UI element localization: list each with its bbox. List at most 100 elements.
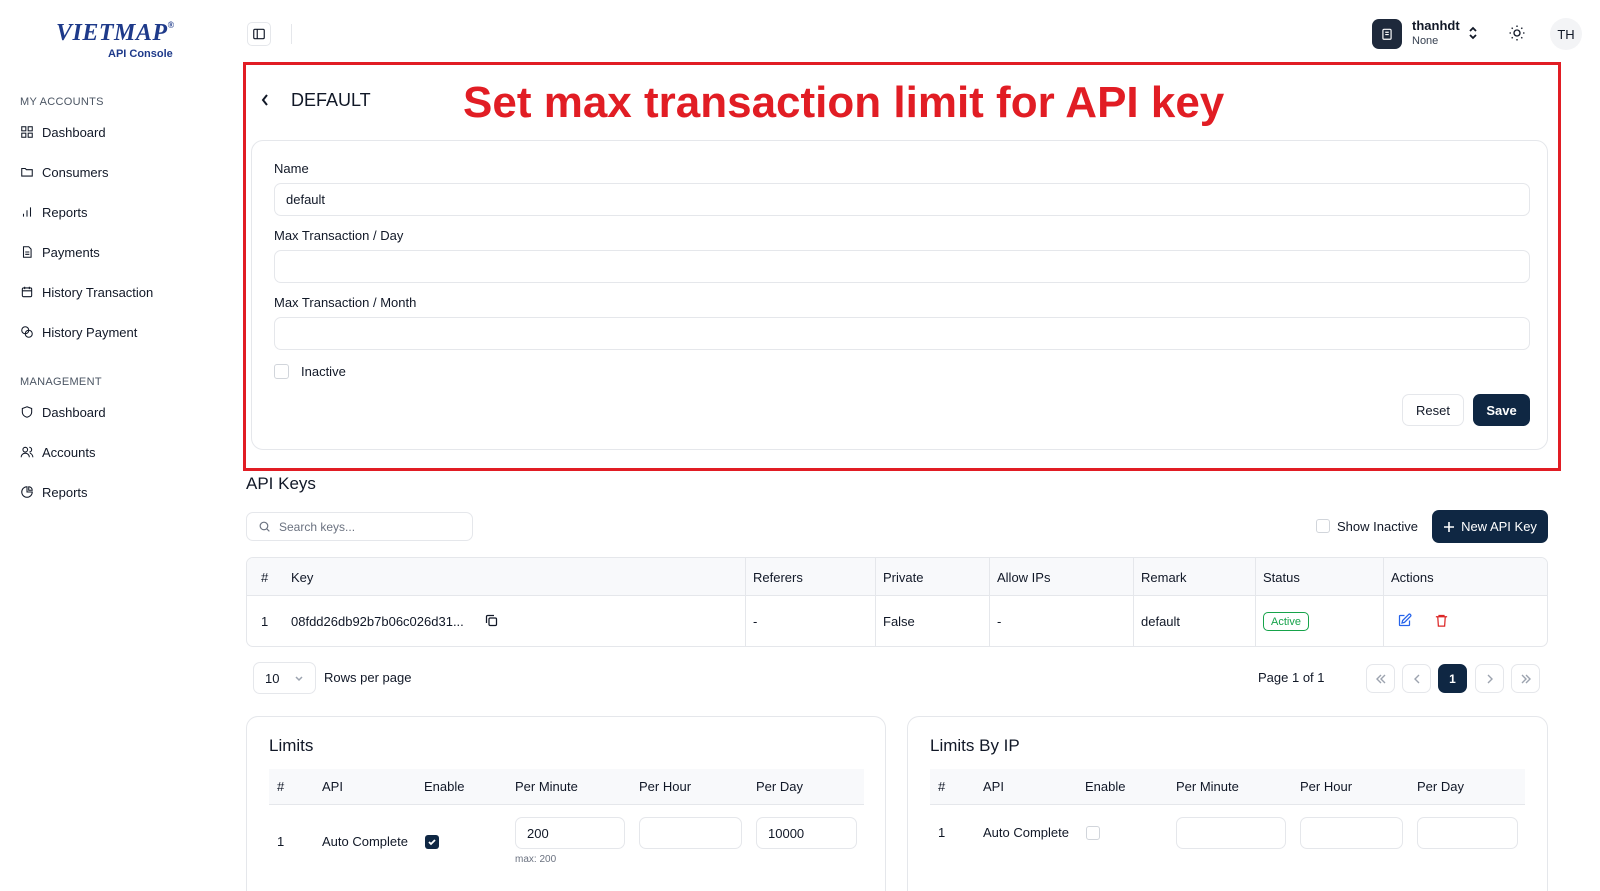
sidebar-item-accounts[interactable]: Accounts xyxy=(20,442,95,462)
limits-by-ip-title: Limits By IP xyxy=(930,736,1020,755)
limits-card: Limits # API Enable Per Minute Per Hour … xyxy=(246,716,886,891)
user-name[interactable]: thanhdt xyxy=(1412,18,1460,33)
max-transaction-month-input[interactable] xyxy=(274,317,1530,350)
search-icon xyxy=(259,521,270,532)
chevron-right-icon xyxy=(1487,674,1493,683)
sidebar-item-label: Reports xyxy=(42,484,88,500)
per-day-input[interactable] xyxy=(1417,817,1518,849)
max-hint: max: 200 xyxy=(515,854,557,865)
users-icon xyxy=(20,446,34,458)
col-actions: Actions xyxy=(1391,570,1434,585)
enable-checkbox[interactable] xyxy=(1086,826,1100,840)
chevron-down-icon xyxy=(295,676,303,682)
edit-icon[interactable] xyxy=(1397,613,1412,631)
column-divider xyxy=(1383,558,1384,646)
sidebar-panel-icon xyxy=(253,28,265,40)
sidebar-item-label: Reports xyxy=(42,204,88,220)
folder-icon xyxy=(21,167,33,177)
col-per-hour: Per Hour xyxy=(1300,779,1353,794)
chevron-up-down-icon[interactable] xyxy=(1467,25,1479,44)
bar-chart-icon xyxy=(22,207,32,217)
prev-page-button[interactable] xyxy=(1402,664,1431,693)
col-private: Private xyxy=(883,570,924,585)
page-info: Page 1 of 1 xyxy=(1258,670,1325,685)
col-allow-ips: Allow IPs xyxy=(997,570,1051,585)
rows-per-page-value: 10 xyxy=(265,670,280,686)
inactive-checkbox[interactable] xyxy=(274,364,289,379)
show-inactive-checkbox[interactable] xyxy=(1316,519,1330,533)
max-transaction-day-input[interactable] xyxy=(274,250,1530,283)
per-hour-input[interactable] xyxy=(639,817,742,849)
brand-reg: ® xyxy=(167,20,175,30)
name-input[interactable] xyxy=(274,183,1530,216)
col-per-day: Per Day xyxy=(1417,779,1464,794)
next-page-button[interactable] xyxy=(1475,664,1504,693)
shield-icon xyxy=(21,406,33,418)
search-input[interactable] xyxy=(279,519,459,534)
sidebar-item-reports[interactable]: Reports xyxy=(20,202,88,222)
sidebar-toggle-button[interactable] xyxy=(247,22,271,46)
name-label: Name xyxy=(274,161,309,176)
last-page-button[interactable] xyxy=(1511,664,1540,693)
sidebar-item-label: Consumers xyxy=(42,164,109,180)
max-month-label: Max Transaction / Month xyxy=(274,295,417,310)
row-num: 1 xyxy=(261,614,269,629)
sidebar-item-payments[interactable]: Payments xyxy=(20,242,100,262)
vietmap-logo[interactable]: VIETMAP® API Console xyxy=(56,20,175,60)
page-title: DEFAULT xyxy=(291,90,371,110)
sidebar-item-dashboard[interactable]: Dashboard xyxy=(20,122,106,142)
col-per-day: Per Day xyxy=(756,779,803,794)
column-divider xyxy=(1133,558,1134,646)
enable-checkbox[interactable] xyxy=(425,835,439,849)
column-divider xyxy=(875,558,876,646)
sidebar-item-label: Accounts xyxy=(42,444,96,460)
coins-icon xyxy=(21,326,33,338)
sidebar-item-management-reports[interactable]: Reports xyxy=(20,482,88,502)
page-button-1[interactable]: 1 xyxy=(1438,664,1467,693)
max-day-label: Max Transaction / Day xyxy=(274,228,404,243)
table-header: # Key Referers Private Allow IPs Remark … xyxy=(247,558,1547,596)
per-minute-input[interactable] xyxy=(515,817,625,849)
per-minute-input[interactable] xyxy=(1176,817,1286,849)
brand-name: VIETMAP xyxy=(56,20,168,46)
sidebar-item-history-payment[interactable]: History Payment xyxy=(20,322,137,342)
col-per-hour: Per Hour xyxy=(639,779,692,794)
col-num: # xyxy=(938,779,946,794)
col-api: API xyxy=(983,779,1004,794)
col-per-minute: Per Minute xyxy=(515,779,578,794)
row-api: Auto Complete xyxy=(322,834,408,849)
first-page-button[interactable] xyxy=(1366,664,1395,693)
plus-icon xyxy=(1444,521,1455,532)
main-content: thanhdt None TH DEFAULT Set max transact… xyxy=(235,0,1600,891)
sidebar-item-consumers[interactable]: Consumers xyxy=(20,162,108,182)
save-button[interactable]: Save xyxy=(1473,394,1530,426)
status-badge: Active xyxy=(1263,612,1309,631)
trash-icon[interactable] xyxy=(1434,613,1449,631)
search-box[interactable] xyxy=(246,512,473,541)
pie-chart-icon xyxy=(21,486,33,498)
sidebar-item-history-transaction[interactable]: History Transaction xyxy=(20,282,153,302)
per-day-input[interactable] xyxy=(756,817,857,849)
per-hour-input[interactable] xyxy=(1300,817,1403,849)
workspace-avatar[interactable] xyxy=(1372,19,1402,49)
row-allow-ips: - xyxy=(997,614,1002,629)
sidebar-item-label: History Transaction xyxy=(42,284,154,300)
sun-icon[interactable] xyxy=(1508,24,1526,45)
sidebar-item-management-dashboard[interactable]: Dashboard xyxy=(20,402,106,422)
new-api-key-label: New API Key xyxy=(1461,519,1537,534)
col-key: Key xyxy=(291,570,314,585)
back-chevron-icon[interactable] xyxy=(260,93,270,110)
avatar[interactable]: TH xyxy=(1550,18,1582,50)
my-accounts-title: MY ACCOUNTS xyxy=(20,96,104,108)
check-icon xyxy=(428,839,436,846)
rows-per-page-select[interactable]: 10 xyxy=(253,662,316,694)
row-api: Auto Complete xyxy=(983,825,1069,840)
new-api-key-button[interactable]: New API Key xyxy=(1432,510,1548,543)
sidebar-item-label: Dashboard xyxy=(42,124,106,140)
copy-icon[interactable] xyxy=(484,613,499,631)
chevron-left-icon xyxy=(1413,674,1419,683)
api-keys-title: API Keys xyxy=(246,474,316,493)
sidebar-item-label: Dashboard xyxy=(42,404,106,420)
reset-button[interactable]: Reset xyxy=(1402,394,1464,426)
column-divider xyxy=(989,558,990,646)
